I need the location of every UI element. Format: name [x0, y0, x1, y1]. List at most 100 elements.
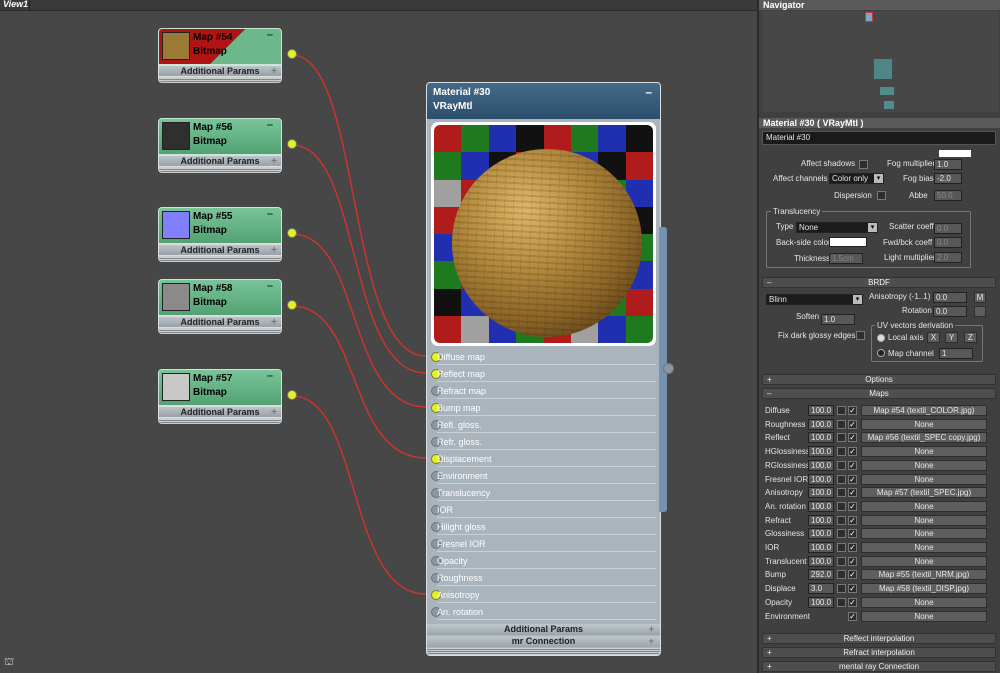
map-amount-spinner[interactable]: 100.0 [808, 500, 834, 512]
map-channel-spinner[interactable]: 1 [939, 348, 973, 359]
map-amount-scroll[interactable] [837, 597, 846, 607]
bitmap-node[interactable]: Map #58 Bitmap – Additional Params + [158, 279, 297, 335]
rollout-header[interactable]: + mental ray Connection [762, 661, 996, 672]
output-socket[interactable] [287, 49, 297, 59]
node-resize-grip[interactable] [158, 77, 282, 83]
map-enable-checkbox[interactable]: ✓ [848, 501, 857, 511]
map-slot-button[interactable]: Map #58 (textil_DISP.jpg) [861, 583, 987, 595]
x-axis-button[interactable]: X [927, 332, 940, 343]
material-slot[interactable]: Fresnel IOR [431, 536, 656, 552]
minimize-icon[interactable]: – [645, 85, 652, 99]
map-slot-button[interactable]: None [861, 542, 987, 553]
map-enable-checkbox[interactable]: ✓ [848, 474, 857, 484]
map-slot-button[interactable]: None [861, 473, 987, 485]
material-slot[interactable]: Hilight gloss [431, 519, 656, 535]
minimize-icon[interactable]: – [267, 370, 273, 382]
map-amount-scroll[interactable] [837, 584, 846, 594]
map-amount-scroll[interactable] [837, 474, 846, 484]
material-slot[interactable]: Environment [431, 468, 656, 484]
bitmap-node[interactable]: Map #54 Bitmap – Additional Params + [158, 28, 297, 84]
connection-wire[interactable] [291, 233, 427, 408]
brdf-type-dropdown[interactable]: Blinn ▾ [766, 294, 863, 305]
material-slot[interactable]: Displacement [431, 451, 656, 467]
mr-connection-rollout[interactable]: mr Connection + [427, 636, 660, 647]
minimize-icon[interactable]: – [267, 280, 273, 292]
thickness-spinner[interactable]: 1.5cm [829, 253, 863, 264]
fix-dark-glossy-checkbox[interactable] [856, 331, 865, 340]
map-amount-scroll[interactable] [837, 556, 846, 566]
material-node-header[interactable]: Material #30 VRayMtl – [427, 83, 660, 119]
map-enable-checkbox[interactable]: ✓ [848, 597, 857, 607]
map-slot-button[interactable]: None [861, 459, 987, 471]
map-slot-button[interactable]: None [861, 418, 987, 430]
minimize-icon[interactable]: – [267, 119, 273, 131]
options-rollout-header[interactable]: + Options [762, 374, 996, 385]
slate-view[interactable]: View1 Map #54 Bitmap – Additional Params… [0, 0, 757, 673]
scatter-coeff-spinner[interactable]: 0.0 [934, 223, 962, 234]
node-resize-grip[interactable] [158, 328, 282, 334]
map-slot-button[interactable]: None [861, 596, 987, 608]
connection-wire[interactable] [291, 305, 427, 459]
material-name-field[interactable]: Material #30 [762, 131, 996, 145]
material-output-socket[interactable] [663, 363, 674, 374]
node-resize-grip[interactable] [158, 167, 282, 173]
map-amount-scroll[interactable] [837, 433, 846, 443]
bitmap-node[interactable]: Map #55 Bitmap – Additional Params + [158, 207, 297, 263]
bitmap-node[interactable]: Map #56 Bitmap – Additional Params + [158, 118, 297, 174]
map-amount-spinner[interactable]: 100.0 [808, 487, 834, 499]
map-enable-checkbox[interactable]: ✓ [848, 570, 857, 580]
map-enable-checkbox[interactable]: ✓ [848, 419, 857, 429]
material-slot[interactable]: Anisotropy [431, 587, 656, 603]
output-socket[interactable] [287, 390, 297, 400]
map-enable-checkbox[interactable]: ✓ [848, 611, 857, 621]
material-slot[interactable]: Opacity [431, 553, 656, 569]
material-slot[interactable]: Translucency [431, 485, 656, 501]
additional-params-rollout[interactable]: Additional Params + [158, 155, 282, 167]
map-enable-checkbox[interactable]: ✓ [848, 460, 857, 470]
anisotropy-map-button[interactable]: M [974, 292, 986, 303]
dispersion-checkbox[interactable] [877, 191, 886, 200]
rotation-map-button[interactable] [974, 306, 986, 317]
binoculars-icon[interactable]: ⛫ [4, 656, 14, 670]
additional-params-rollout[interactable]: Additional Params + [158, 316, 282, 328]
light-multiplier-spinner[interactable]: 2.0 [934, 252, 962, 263]
map-slot-button[interactable]: None [861, 500, 987, 512]
map-slot-button[interactable]: None [861, 514, 987, 526]
map-enable-checkbox[interactable]: ✓ [848, 447, 857, 457]
material-slot[interactable]: Bump map [431, 400, 656, 416]
rotation-spinner[interactable]: 0.0 [933, 306, 967, 317]
map-amount-spinner[interactable]: 100.0 [808, 542, 834, 553]
minimize-icon[interactable]: – [267, 208, 273, 220]
map-enable-checkbox[interactable]: ✓ [848, 556, 857, 566]
rollout-header[interactable]: + Reflect interpolation [762, 633, 996, 644]
material-slot[interactable]: Refract map [431, 383, 656, 399]
map-slot-button[interactable]: Map #55 (textil_NRM.jpg) [861, 569, 987, 581]
map-slot-button[interactable]: None [861, 610, 987, 622]
bitmap-node[interactable]: Map #57 Bitmap – Additional Params + [158, 369, 297, 425]
brdf-rollout-header[interactable]: – BRDF [762, 277, 996, 288]
material-slot[interactable]: IOR [431, 502, 656, 518]
bitmap-node-header[interactable]: Map #58 Bitmap – [158, 279, 282, 316]
fog-multiplier-spinner[interactable]: 1.0 [934, 159, 962, 170]
z-axis-button[interactable]: Z [964, 332, 977, 343]
output-socket[interactable] [287, 300, 297, 310]
bitmap-node-header[interactable]: Map #55 Bitmap – [158, 207, 282, 244]
material-slot[interactable]: Reflect map [431, 366, 656, 382]
additional-params-rollout[interactable]: Additional Params + [158, 65, 282, 77]
map-amount-scroll[interactable] [837, 543, 846, 552]
map-slot-button[interactable]: Map #56 (textil_SPEC copy.jpg) [861, 432, 987, 444]
map-amount-scroll[interactable] [837, 570, 846, 580]
map-slot-button[interactable]: None [861, 528, 987, 540]
additional-params-rollout[interactable]: Additional Params + [427, 624, 660, 635]
map-amount-spinner[interactable]: 100.0 [808, 446, 834, 458]
node-resize-grip[interactable] [158, 418, 282, 424]
map-amount-spinner[interactable]: 100.0 [808, 405, 834, 416]
map-amount-scroll[interactable] [837, 488, 846, 498]
bitmap-node-header[interactable]: Map #56 Bitmap – [158, 118, 282, 155]
abbe-spinner[interactable]: 50.0 [934, 190, 962, 201]
map-amount-spinner[interactable]: 100.0 [808, 555, 834, 567]
map-slot-button[interactable]: Map #57 (textil_SPEC.jpg) [861, 487, 987, 499]
map-amount-spinner[interactable]: 3.0 [808, 583, 834, 595]
map-enable-checkbox[interactable]: ✓ [848, 543, 857, 552]
map-enable-checkbox[interactable]: ✓ [848, 488, 857, 498]
